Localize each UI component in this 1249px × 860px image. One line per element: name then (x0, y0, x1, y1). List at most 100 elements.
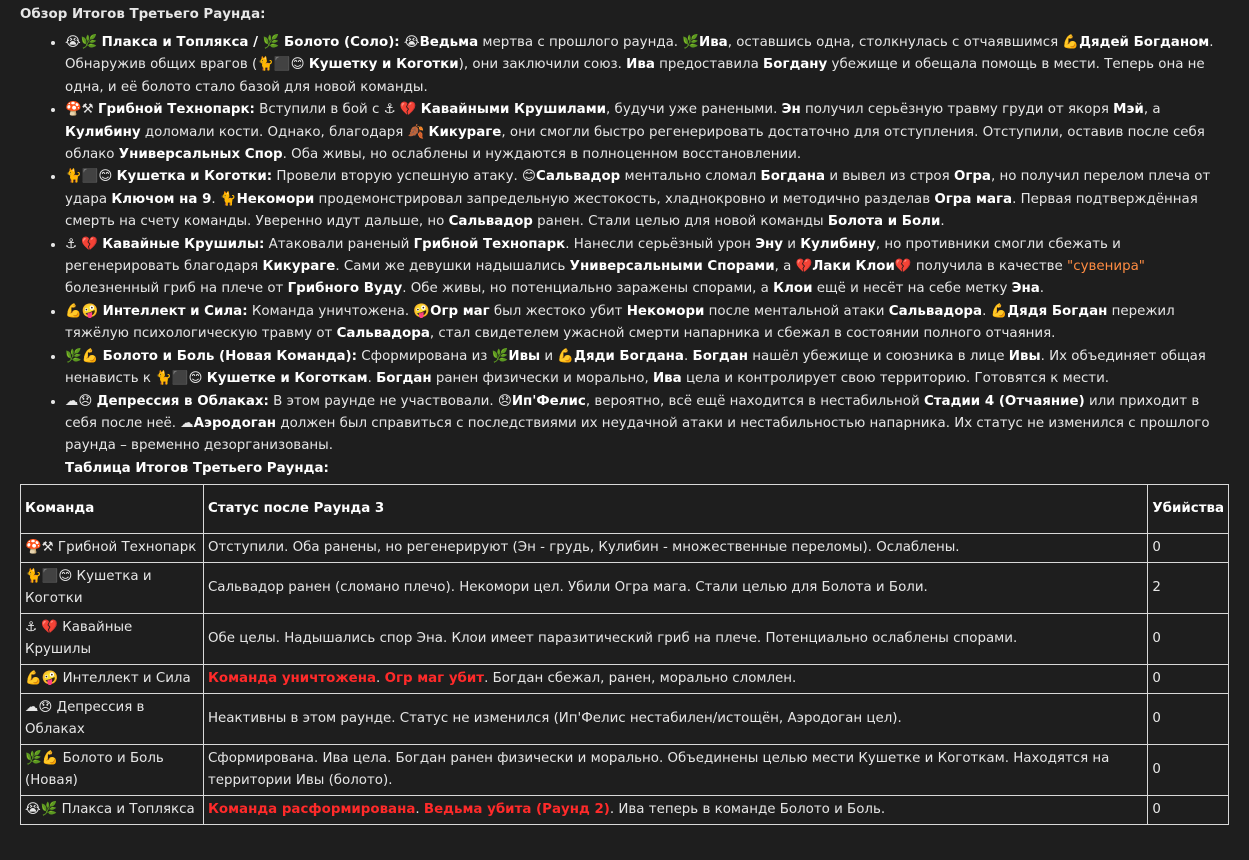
text: . (683, 348, 693, 364)
bold-text: Аэродоган (193, 415, 277, 431)
status-cell: Отступили. Оба ранены, но регенерируют (… (202, 532, 1149, 563)
text: ⚓ 💔 (65, 236, 103, 252)
kills-cell: 0 (1147, 794, 1229, 825)
status-cell: Команда расформирована. Ведьма убита (Ра… (202, 794, 1149, 825)
document: Обзор Итогов Третьего Раунда: 😭🌿 Плакса … (0, 0, 1249, 825)
text: , а 💔 (774, 259, 813, 275)
bold-text: Кавайными Крушилами (420, 102, 607, 118)
header-status: Статус после Раунда 3 (202, 483, 1149, 534)
status-text: . Богдан сбежал, ранен, морально сломлен… (484, 670, 797, 686)
status-highlight: Ведьма убита (Раунд 2) (423, 801, 610, 817)
summary-item: 🍄⚒ Грибной Технопарк: Вступили в бой с ⚓… (65, 99, 1229, 166)
bold-text: Стадии 4 (Отчаяние) (923, 393, 1085, 409)
text: и вывел из строя (825, 169, 954, 185)
bold-text: Ведьма (419, 35, 479, 50)
status-text: . (415, 801, 424, 817)
table-row: 🐈⬛😊 Кушетка и Коготки Сальвадор ранен (сл… (20, 561, 1229, 614)
bold-text: Кикураге (262, 259, 336, 275)
text: , будучи уже ранеными. (606, 102, 782, 118)
status-cell: Обе целы. Надышались спор Эна. Клои имее… (202, 612, 1149, 665)
text: 💪🤪 (65, 303, 103, 319)
bold-text: Депрессия в Облаках: (96, 393, 269, 409)
text: цела и контролирует свою территорию. Гот… (681, 371, 1110, 387)
bold-text: Сальвадор (536, 169, 621, 185)
table-row: 😭🌿 Плакса и Топлякса Команда расформирова… (20, 794, 1229, 825)
bold-text: Грибного Вуду (287, 281, 403, 297)
text: ранен физически и морально, (431, 371, 653, 387)
text: Команда уничтожена. 🤪 (247, 303, 431, 319)
text: 😭🌿 (65, 35, 102, 50)
table-row: ☁😞 Депрессия в Облаках Неактивны в этом р… (20, 692, 1229, 745)
kills-cell: 0 (1147, 743, 1229, 796)
summary-item: 🌿💪 Болото и Боль (Новая Команда): Сформи… (65, 346, 1229, 391)
text: 😭 (399, 35, 420, 50)
text: . Оба живы, но ослаблены и нуждаются в п… (282, 147, 802, 163)
text: 🐈⬛😊 (65, 169, 117, 185)
kills-cell: 0 (1147, 663, 1229, 694)
status-text: Неактивны в этом раунде. Статус не измен… (207, 710, 902, 726)
bold-text: Богдан (692, 348, 749, 364)
status-highlight: Команда уничтожена (207, 670, 377, 686)
team-cell: 😭🌿 Плакса и Топлякса (20, 794, 204, 825)
kills-cell: 0 (1147, 612, 1229, 665)
bold-text: Дядя Богдан (1007, 303, 1108, 319)
summary-list: 😭🌿 Плакса и Топлякса / 🌿 Болото (Соло): … (20, 32, 1229, 458)
text: , оставшись одна, столкнулась с отчаявши… (727, 35, 1080, 50)
bold-text: Ключом на 9 (111, 191, 212, 207)
text: В этом раунде не участвовали. 😞 (268, 393, 512, 409)
text: Вступили в бой с ⚓ 💔 (254, 102, 421, 118)
bold-text: Лаки Клои (812, 259, 895, 275)
bold-text: Богдана (760, 169, 826, 185)
text: , а (1143, 102, 1161, 118)
summary-item: 😭🌿 Плакса и Топлякса / 🌿 Болото (Соло): … (65, 32, 1229, 99)
status-text: . Ива теперь в команде Болото и Боль. (609, 801, 886, 817)
bold-text: Кушетка и Коготки: (116, 169, 273, 185)
team-cell: ⚓ 💔 Кавайные Крушилы (20, 612, 204, 665)
bold-text: Универсальными Спорами (569, 259, 775, 275)
bold-text: Кикураге (428, 124, 502, 140)
status-text: Отступили. Оба ранены, но регенерируют (… (207, 539, 960, 555)
text: 🍄⚒ (65, 102, 98, 118)
status-cell: Неактивны в этом раунде. Статус не измен… (202, 692, 1149, 745)
team-cell: 🌿💪 Болото и Боль (Новая) (20, 743, 204, 796)
text: продемонстрировал запредельную жестокост… (314, 191, 935, 207)
bold-text: Кушетку и Коготки (308, 57, 459, 73)
bold-text: Универсальных Спор (118, 147, 283, 163)
bold-text: Клои (773, 281, 813, 297)
text: Атаковали раненый (264, 236, 414, 252)
text: . Нанесли серьёзный урон (565, 236, 756, 252)
bold-text: Ива (698, 35, 728, 50)
table-body: 🍄⚒ Грибной Технопарк Отступили. Оба ранен… (20, 532, 1229, 825)
bold-text: Эну (755, 236, 784, 252)
status-text: Сальвадор ранен (сломано плечо). Некомор… (207, 579, 928, 595)
text: . (940, 214, 945, 230)
text: болезненный гриб на плече от (65, 281, 288, 297)
status-cell: Команда уничтожена. Огр маг убит. Богдан… (202, 663, 1149, 694)
bold-text: Интеллект и Сила: (102, 303, 248, 319)
text: ), они заключили союз. (458, 57, 627, 73)
text: и (783, 236, 801, 252)
bold-text: Сальвадора (888, 303, 983, 319)
bold-text: Кушетке и Коготкам (206, 371, 368, 387)
bold-text: Сальвадор (448, 214, 533, 230)
status-text: . (376, 670, 385, 686)
status-highlight: Команда расформирована (207, 801, 416, 817)
text: Сформирована из 🌿 (357, 348, 509, 364)
text: "сувенира" (1067, 259, 1145, 275)
bold-text: Некомори (236, 191, 315, 207)
text: мертва с прошлого раунда. 🌿 (478, 35, 699, 50)
kills-cell: 0 (1147, 532, 1229, 563)
text: ☁😞 (65, 393, 97, 409)
bold-text: Ива (652, 371, 682, 387)
text: нашёл убежище и союзника в лице (748, 348, 1009, 364)
text: . Сами же девушки надышались (335, 259, 570, 275)
summary-item: ☁😞 Депрессия в Облаках: В этом раунде не… (65, 391, 1229, 458)
table-row: 🌿💪 Болото и Боль (Новая) Сформирована. Ив… (20, 743, 1229, 796)
text: ментально сломал (620, 169, 761, 185)
status-cell: Сформирована. Ива цела. Богдан ранен физ… (202, 743, 1149, 796)
page-title: Обзор Итогов Третьего Раунда: (20, 7, 266, 22)
bold-text: Богдану (763, 57, 828, 73)
bold-text: Кулибину (800, 236, 876, 252)
table-header-row: Команда Статус после Раунда 3 Убийства (20, 483, 1229, 534)
status-text: Сформирована. Ива цела. Богдан ранен физ… (207, 750, 1110, 788)
